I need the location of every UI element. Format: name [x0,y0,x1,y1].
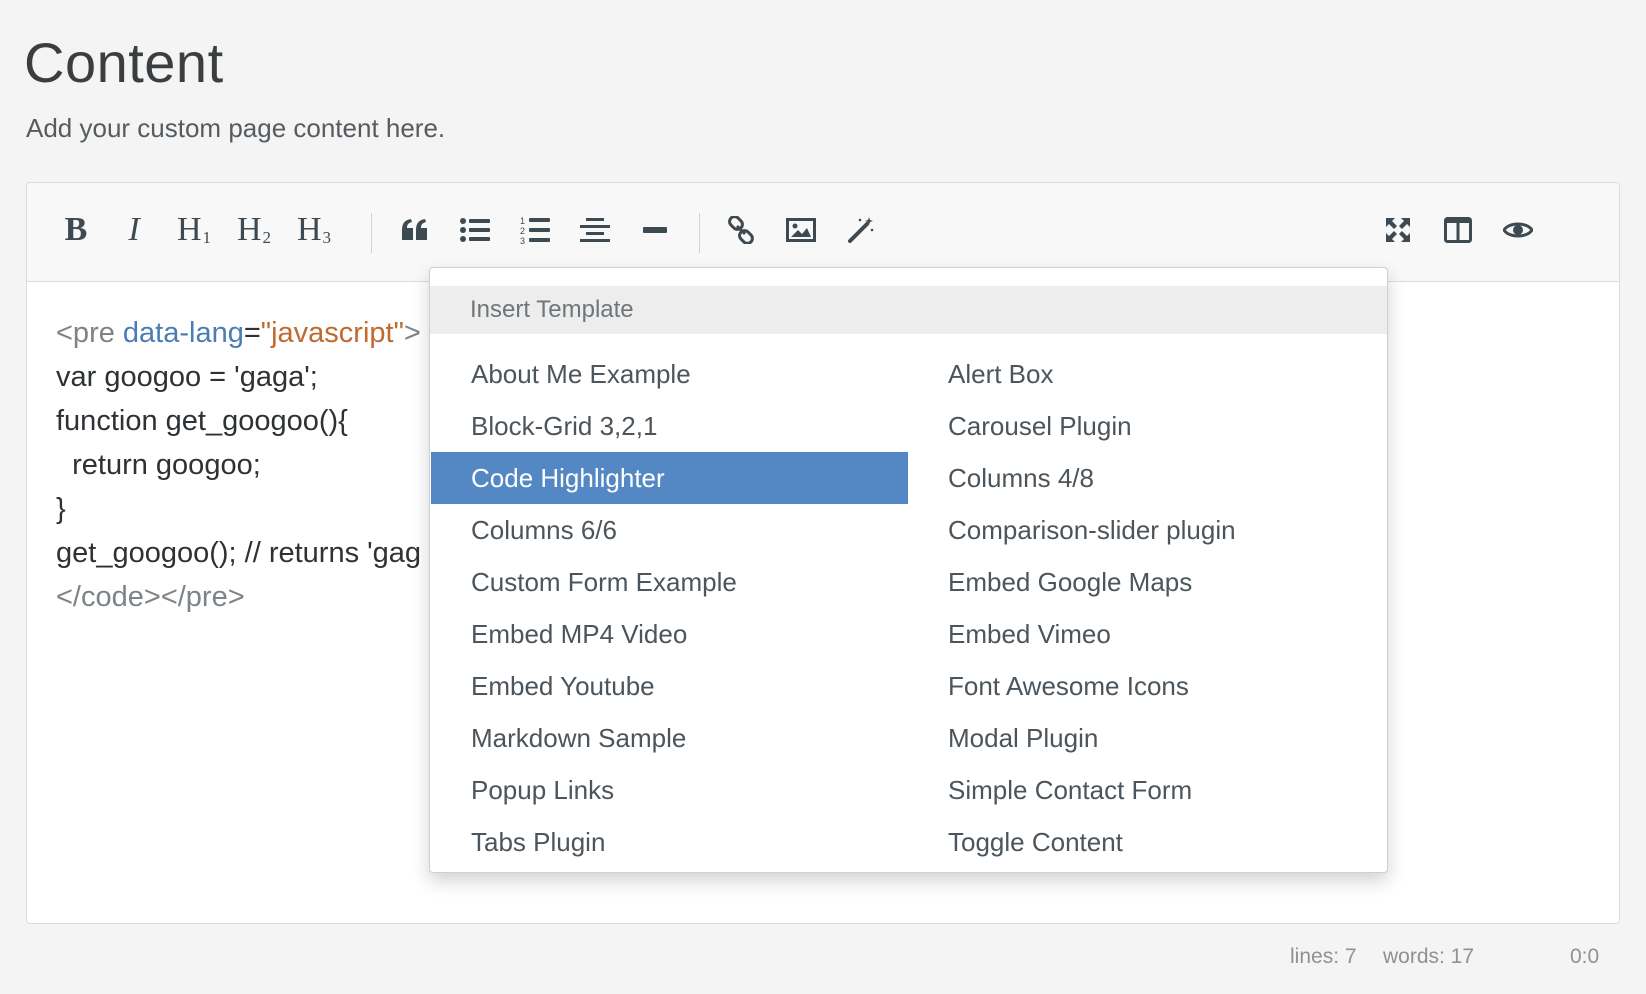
link-button[interactable] [714,203,768,257]
template-item[interactable]: Markdown Sample [431,712,908,764]
side-by-side-icon [1444,217,1472,243]
template-item[interactable]: Comparison-slider plugin [908,504,1388,556]
code-attribute: data-lang [122,317,244,349]
ordered-list-button[interactable]: 1 2 3 [508,203,562,257]
svg-text:2: 2 [520,226,525,236]
unordered-list-button[interactable] [448,203,502,257]
code-line-7: </code></pre> [56,581,245,613]
svg-text:1: 1 [520,216,525,226]
dropdown-header: Insert Template [430,286,1387,334]
unordered-list-icon [460,218,490,242]
template-item[interactable]: Custom Form Example [431,556,908,608]
code-line-2: var googoo = 'gaga'; [56,361,318,393]
toolbar-separator [371,213,372,253]
preview-eye-icon [1503,222,1533,238]
page: Content Add your custom page content her… [0,0,1646,994]
status-words: words: 17 [1383,945,1475,968]
heading-3-label: H3 [297,213,331,247]
heading-2-label: H2 [237,213,271,247]
code-string: "javascript" [260,317,404,349]
align-center-button[interactable] [568,203,622,257]
heading-1-button[interactable]: H1 [167,203,221,257]
side-by-side-button[interactable] [1431,203,1485,257]
status-lines: lines: 7 [1290,945,1357,968]
page-title: Content [24,31,224,94]
ordered-list-icon: 1 2 3 [520,216,550,244]
template-item[interactable]: Modal Plugin [908,712,1388,764]
bold-label: B [64,211,88,248]
template-item[interactable]: Columns 4/8 [908,452,1388,504]
quote-icon [402,219,427,240]
page-subtitle: Add your custom page content here. [26,113,446,143]
h3-letter: H [296,211,322,248]
template-item[interactable]: Font Awesome Icons [908,660,1388,712]
template-item[interactable]: About Me Example [431,348,908,400]
quote-button[interactable] [388,203,442,257]
template-item[interactable]: Popup Links [431,764,908,816]
template-item[interactable]: Columns 6/6 [431,504,908,556]
code-line-5: } [56,493,66,525]
italic-button[interactable]: I [107,203,161,257]
template-item-selected[interactable]: Code Highlighter [431,452,908,504]
align-center-icon [580,218,610,242]
horizontal-rule-icon [643,227,667,233]
code-line-3: function get_googoo(){ [56,405,348,437]
h1-sub: 1 [202,228,212,247]
heading-1-label: H1 [177,213,211,247]
image-button[interactable] [774,203,828,257]
svg-text:3: 3 [520,236,525,244]
italic-label: I [128,211,140,248]
template-item[interactable]: Tabs Plugin [431,816,908,868]
template-item[interactable]: Simple Contact Form [908,764,1388,816]
toolbar-separator [699,213,700,253]
insert-template-dropdown: Insert Template About Me Example Block-G… [429,267,1388,873]
code-line-1: <pre data-lang="javascript"> [56,311,421,355]
preview-button[interactable] [1491,203,1545,257]
template-item[interactable]: Block-Grid 3,2,1 [431,400,908,452]
code-tag: <pre [56,317,123,349]
h3-sub: 3 [322,228,332,247]
status-cursor: 0:0 [1570,945,1600,968]
code-equals: = [243,317,261,349]
h2-sub: 2 [262,228,272,247]
bold-button[interactable]: B [49,203,103,257]
image-icon [786,218,816,242]
editor-text-area[interactable]: <pre data-lang="javascript"> var googoo =… [56,311,421,619]
h1-letter: H [176,211,202,248]
heading-2-button[interactable]: H2 [227,203,281,257]
template-item[interactable]: Embed Vimeo [908,608,1388,660]
template-item[interactable]: Carousel Plugin [908,400,1388,452]
code-line-4: return googoo; [56,449,261,481]
fullscreen-icon [1386,218,1410,242]
template-item[interactable]: Alert Box [908,348,1388,400]
horizontal-rule-button[interactable] [628,203,682,257]
link-icon [728,216,754,244]
template-item[interactable]: Toggle Content [908,816,1388,868]
template-item[interactable]: Embed MP4 Video [431,608,908,660]
template-item[interactable]: Embed Youtube [431,660,908,712]
code-tag-close: > [403,317,421,349]
heading-3-button[interactable]: H3 [287,203,341,257]
insert-template-button[interactable] [834,203,888,257]
fullscreen-button[interactable] [1371,203,1425,257]
h2-letter: H [236,211,262,248]
magic-wand-icon [848,217,874,243]
code-line-6: get_googoo(); // returns 'gag [56,537,422,569]
template-item[interactable]: Embed Google Maps [908,556,1388,608]
